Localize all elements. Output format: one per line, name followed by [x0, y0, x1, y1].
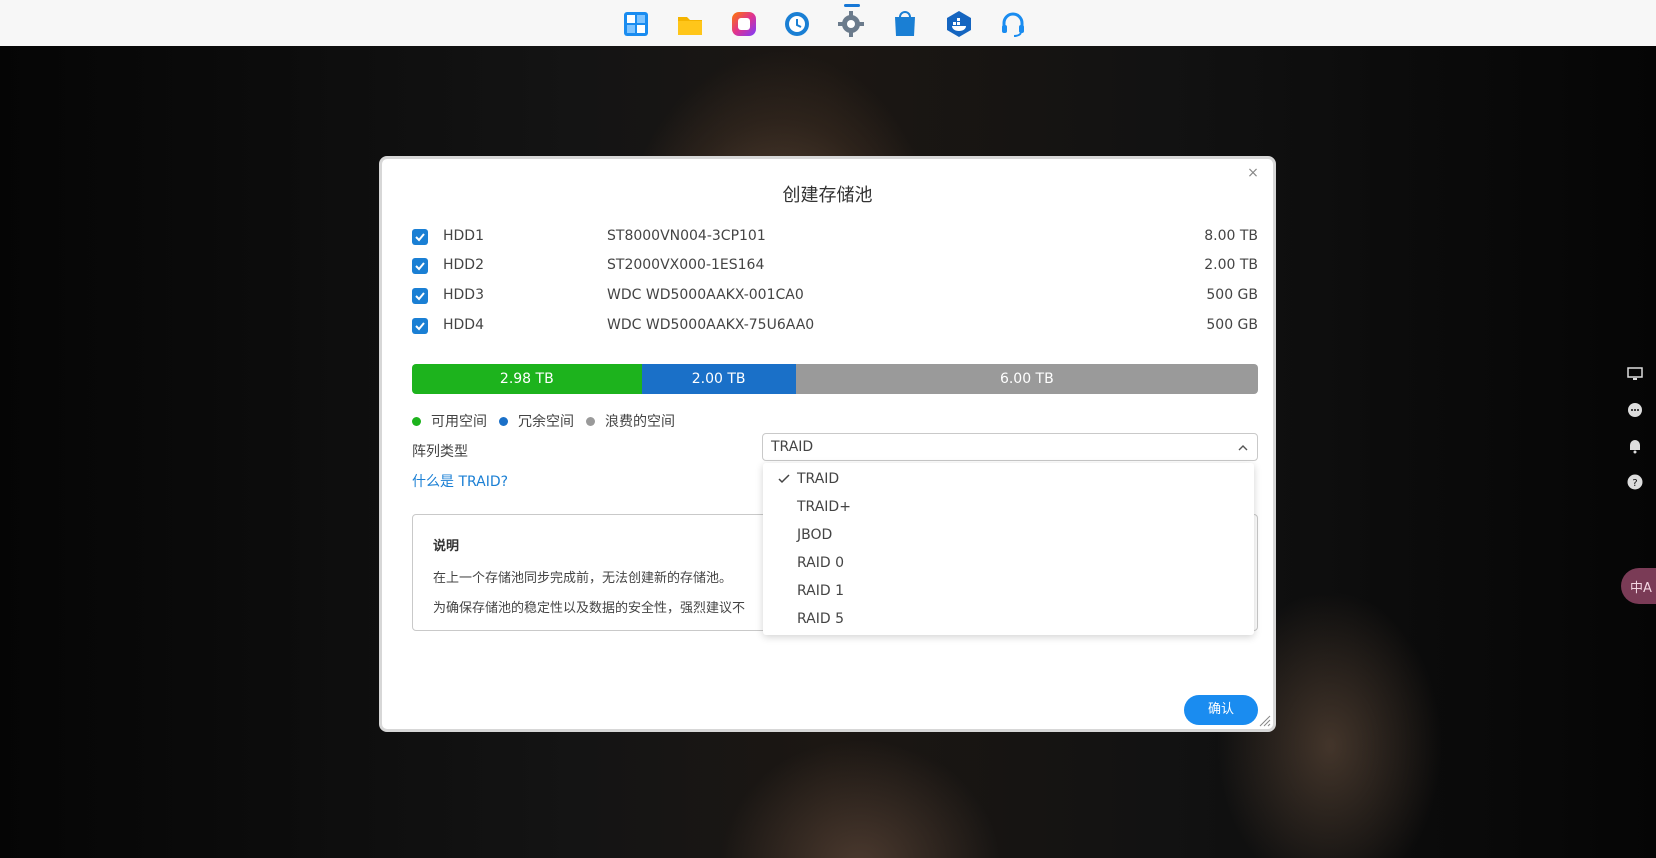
disk-name: HDD1	[443, 228, 484, 244]
disk-checkbox[interactable]	[412, 288, 428, 304]
dropdown-option-raid5[interactable]: RAID 5	[763, 606, 1254, 634]
svg-text:?: ?	[1632, 478, 1637, 489]
capacity-legend: 可用空间 冗余空间 浪费的空间	[412, 411, 675, 431]
array-type-value: TRAID	[771, 439, 814, 455]
legend-label: 浪费的空间	[605, 414, 675, 430]
chevron-up-icon	[1238, 445, 1248, 451]
docker-app-icon[interactable]	[945, 10, 973, 38]
dropdown-option-label: RAID 5	[797, 611, 845, 627]
disk-name: HDD2	[443, 257, 484, 273]
file-manager-app-icon[interactable]	[676, 10, 704, 38]
legend-label: 可用空间	[431, 414, 487, 430]
legend-dot	[412, 416, 421, 426]
legend-label: 冗余空间	[518, 414, 574, 430]
check-icon	[778, 474, 790, 484]
info-line: 在上一个存储池同步完成前，无法创建新的存储池。	[433, 571, 733, 586]
resize-handle-icon[interactable]	[1257, 713, 1271, 727]
disk-size: 500 GB	[1206, 287, 1258, 303]
array-type-label: 阵列类型	[412, 444, 468, 460]
disk-checkbox[interactable]	[412, 318, 428, 334]
disk-row: HDD3 WDC WD5000AAKX-001CA0 500 GB	[412, 285, 1258, 307]
disk-row: HDD4 WDC WD5000AAKX-75U6AA0 500 GB	[412, 315, 1258, 337]
disk-checkbox[interactable]	[412, 229, 428, 245]
disk-checkbox[interactable]	[412, 258, 428, 274]
legend-item: 可用空间	[412, 411, 487, 431]
what-is-traid-link[interactable]: 什么是 TRAID?	[412, 471, 508, 491]
legend-item: 浪费的空间	[586, 411, 675, 431]
disk-size: 2.00 TB	[1204, 257, 1258, 273]
legend-dot	[499, 416, 508, 426]
info-title: 说明	[433, 539, 460, 554]
disk-size: 500 GB	[1206, 317, 1258, 333]
app-store-app-icon[interactable]	[891, 10, 919, 38]
dropdown-option-traid-plus[interactable]: TRAID+	[763, 494, 1254, 522]
array-type-select[interactable]: TRAID	[762, 433, 1258, 461]
disk-model: ST8000VN004-3CP101	[607, 228, 766, 244]
dropdown-option-label: TRAID	[797, 471, 840, 487]
dropdown-option-label: JBOD	[797, 527, 833, 543]
array-type-dropdown: TRAID TRAID+ JBOD RAID 0 RAID 1 RAID 5	[763, 463, 1254, 635]
legend-item: 冗余空间	[499, 411, 574, 431]
disk-model: WDC WD5000AAKX-75U6AA0	[607, 317, 815, 333]
dropdown-option-traid[interactable]: TRAID	[763, 466, 1254, 494]
disk-size: 8.00 TB	[1204, 228, 1258, 244]
close-icon[interactable]: ×	[1245, 165, 1261, 181]
bell-icon[interactable]	[1626, 437, 1644, 455]
disk-row: HDD2 ST2000VX000-1ES164 2.00 TB	[412, 255, 1258, 277]
capacity-segment-redundant: 2.00 TB	[641, 364, 796, 394]
dropdown-option-raid0[interactable]: RAID 0	[763, 550, 1254, 578]
capacity-segment-wasted: 6.00 TB	[795, 364, 1258, 394]
create-storage-pool-dialog: 创建存储池 × HDD1 ST8000VN004-3CP101 8.00 TB …	[379, 156, 1276, 732]
control-panel-app-icon[interactable]	[622, 10, 650, 38]
capacity-bar: 2.98 TB 2.00 TB 6.00 TB	[412, 364, 1258, 394]
disk-name: HDD3	[443, 287, 484, 303]
disk-name: HDD4	[443, 317, 484, 333]
taskbar	[0, 0, 1656, 47]
disk-model: WDC WD5000AAKX-001CA0	[607, 287, 804, 303]
legend-dot	[586, 416, 595, 426]
disk-model: ST2000VX000-1ES164	[607, 257, 765, 273]
chat-icon[interactable]	[1626, 401, 1644, 419]
dropdown-option-label: RAID 1	[797, 583, 845, 599]
dropdown-option-label: TRAID+	[797, 499, 851, 515]
translate-button[interactable]: 中A	[1621, 568, 1656, 604]
active-app-indicator	[844, 4, 860, 7]
capacity-segment-available: 2.98 TB	[412, 364, 642, 394]
dropdown-option-raid1[interactable]: RAID 1	[763, 578, 1254, 606]
help-icon[interactable]: ?	[1626, 473, 1644, 491]
backup-app-icon[interactable]	[783, 10, 811, 38]
support-app-icon[interactable]	[999, 10, 1027, 38]
settings-app-icon[interactable]	[837, 10, 865, 38]
confirm-button[interactable]: 确认	[1184, 695, 1258, 725]
dialog-title: 创建存储池	[782, 185, 873, 206]
monitor-icon[interactable]	[1626, 365, 1644, 383]
info-line: 为确保存储池的稳定性以及数据的安全性，强烈建议不	[433, 601, 746, 616]
disk-row: HDD1 ST8000VN004-3CP101 8.00 TB	[412, 226, 1258, 248]
dropdown-option-jbod[interactable]: JBOD	[763, 522, 1254, 550]
dropdown-option-label: RAID 0	[797, 555, 845, 571]
photos-app-icon[interactable]	[730, 10, 758, 38]
